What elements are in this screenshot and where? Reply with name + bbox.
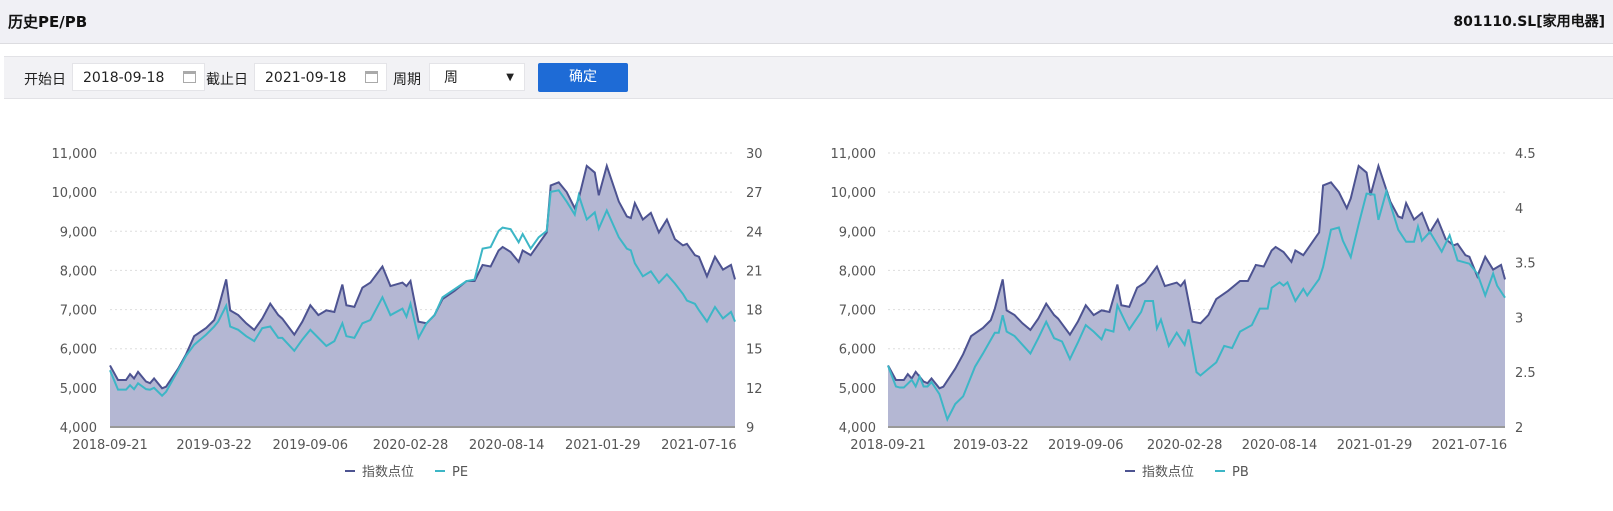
- legend-ratio-label: PB: [1232, 465, 1249, 480]
- y2-tick-label: 30: [746, 147, 763, 162]
- y-tick-label: 5,000: [60, 382, 97, 397]
- y2-tick-label: 15: [746, 343, 763, 358]
- y-tick-label: 4,000: [839, 421, 876, 436]
- index-area: [888, 165, 1505, 427]
- x-tick-label: 2020-08-14: [469, 438, 545, 453]
- legend-ratio-label: PE: [452, 465, 468, 480]
- pe-chart: 4,000 5,000 6,000 7,000 8,000 9,000 10,000 11,0…: [52, 147, 763, 480]
- x-tick-label: 2020-02-28: [373, 438, 449, 453]
- x-tick-label: 2020-08-14: [1242, 438, 1318, 453]
- x-tick-label: 2019-09-06: [273, 438, 349, 453]
- y-tick-label: 4,000: [60, 421, 97, 436]
- y-tick-label: 8,000: [839, 264, 876, 279]
- y-tick-label: 8,000: [60, 264, 97, 279]
- x-tick-label: 2019-03-22: [176, 438, 252, 453]
- y-tick-label: 6,000: [60, 343, 97, 358]
- x-tick-label: 2018-09-21: [850, 438, 926, 453]
- y2-tick-label: 21: [746, 264, 763, 279]
- x-tick-label: 2020-02-28: [1147, 438, 1223, 453]
- y2-tick-label: 24: [746, 225, 763, 240]
- y-tick-label: 6,000: [839, 343, 876, 358]
- legend-index-label: 指数点位: [1142, 465, 1194, 480]
- x-tick-label: 2019-03-22: [953, 438, 1029, 453]
- index-area: [110, 165, 735, 427]
- pb-chart: 4,000 5,000 6,000 7,000 8,000 9,000 10,000 11,0…: [831, 147, 1536, 480]
- y2-tick-label: 2.5: [1515, 366, 1536, 381]
- y-tick-label: 7,000: [839, 304, 876, 319]
- y-tick-label: 7,000: [60, 304, 97, 319]
- y2-tick-label: 12: [746, 382, 763, 397]
- y-tick-label: 10,000: [52, 186, 98, 201]
- charts-area: 4,000 5,000 6,000 7,000 8,000 9,000 10,000 11,0…: [52, 147, 1536, 480]
- x-tick-label: 2021-01-29: [565, 438, 641, 453]
- y-tick-label: 9,000: [839, 225, 876, 240]
- x-tick-label: 2018-09-21: [72, 438, 148, 453]
- legend-index-label: 指数点位: [362, 465, 414, 480]
- y2-tick-label: 3: [1515, 311, 1523, 326]
- y2-tick-label: 4.5: [1515, 147, 1536, 162]
- y-tick-label: 11,000: [52, 147, 98, 162]
- y2-tick-label: 2: [1515, 421, 1523, 436]
- y-tick-label: 9,000: [60, 225, 97, 240]
- x-tick-label: 2021-07-16: [661, 438, 737, 453]
- y2-tick-label: 9: [746, 421, 754, 436]
- x-tick-label: 2019-09-06: [1048, 438, 1124, 453]
- x-tick-label: 2021-01-29: [1337, 438, 1413, 453]
- y2-tick-label: 3.5: [1515, 257, 1536, 272]
- y2-tick-label: 27: [746, 186, 763, 201]
- y2-tick-label: 4: [1515, 202, 1523, 217]
- y2-tick-label: 18: [746, 304, 763, 319]
- x-tick-label: 2021-07-16: [1432, 438, 1508, 453]
- y-tick-label: 11,000: [831, 147, 877, 162]
- y-tick-label: 10,000: [831, 186, 877, 201]
- y-tick-label: 5,000: [839, 382, 876, 397]
